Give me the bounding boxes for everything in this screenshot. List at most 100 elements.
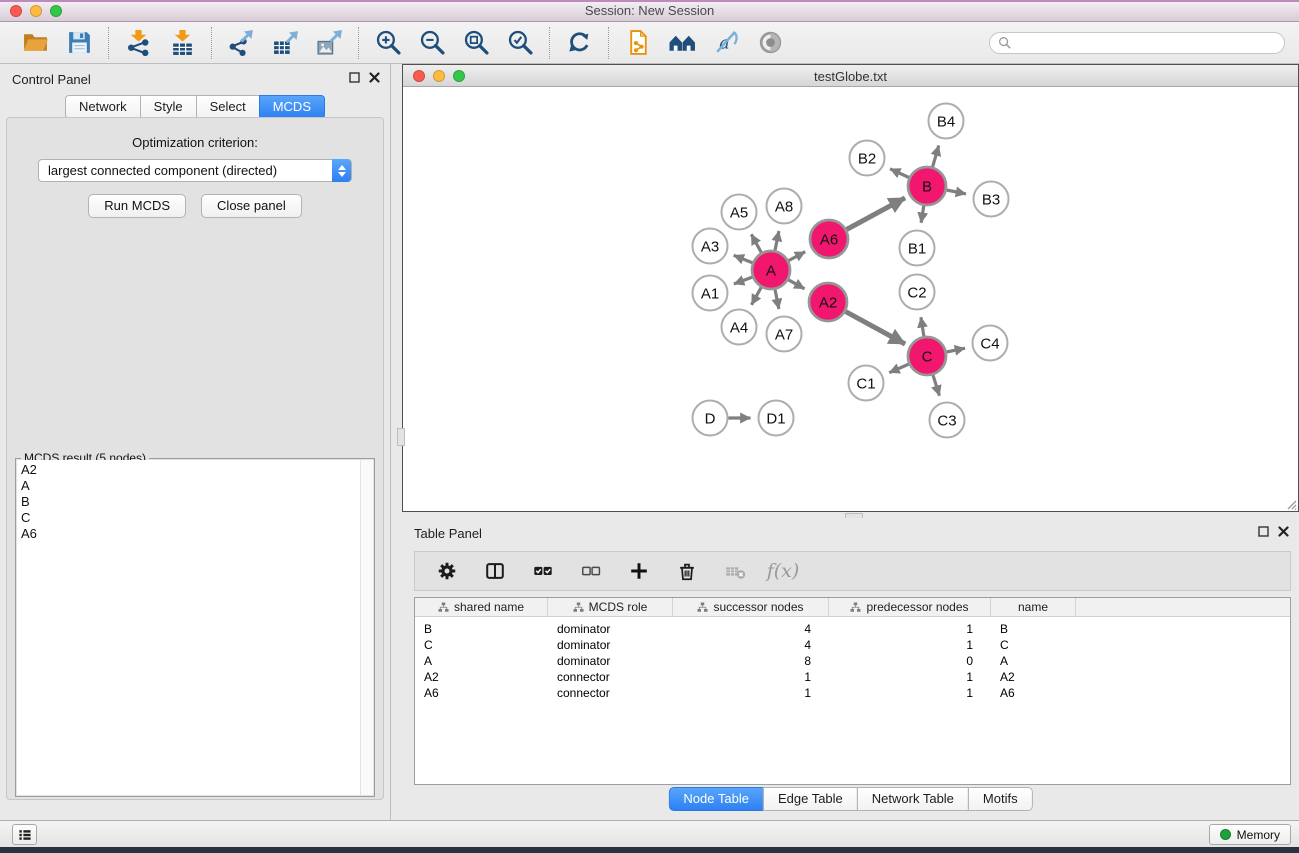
tab-mcds[interactable]: MCDS [259,95,325,119]
table-cell[interactable]: A6 [991,686,1076,700]
table-cell[interactable]: A [415,654,548,668]
table-cell[interactable]: C [991,638,1076,652]
close-panel-icon[interactable] [369,72,380,83]
open-session-button[interactable] [19,27,51,59]
table-cell[interactable]: 1 [829,622,991,636]
column-header-name[interactable]: name [991,598,1076,616]
table-cell[interactable]: B [415,622,548,636]
table-cell[interactable]: 1 [829,638,991,652]
graph-node-C4[interactable]: C4 [973,326,1008,361]
export-image-button[interactable] [313,27,345,59]
table-cell[interactable]: connector [548,686,673,700]
show-panels-button[interactable] [12,824,37,845]
deselect-all-button[interactable] [579,559,603,583]
graph-node-C3[interactable]: C3 [930,403,965,438]
node-table[interactable]: shared nameMCDS rolesuccessor nodesprede… [414,597,1291,785]
toggle-labels-button[interactable]: a [710,27,742,59]
network-graph-canvas[interactable]: B4B2BB3A5A8A6B1A3AA1C2A2A4A7C4CC1C3DD1 [403,88,1298,512]
graph-edge-C-C2[interactable] [921,317,924,336]
column-header-shared-name[interactable]: shared name [415,598,548,616]
zoom-in-button[interactable] [372,27,404,59]
graph-node-A8[interactable]: A8 [767,189,802,224]
scrollbar[interactable] [360,460,373,795]
close-panel-button[interactable]: Close panel [201,194,302,218]
column-header-successor-nodes[interactable]: successor nodes [673,598,829,616]
table-cell[interactable]: 1 [673,670,829,684]
graph-edge-A-A4[interactable] [752,287,762,304]
export-table-button[interactable] [269,27,301,59]
table-cell[interactable]: 1 [829,670,991,684]
graph-node-A1[interactable]: A1 [693,276,728,311]
resize-grip[interactable] [1284,497,1297,510]
add-column-button[interactable] [627,559,651,583]
graph-node-C[interactable]: C [908,337,946,375]
dropdown-stepper-icon[interactable] [332,159,351,182]
column-visibility-button[interactable] [483,559,507,583]
mcds-result-list[interactable]: A2ABCA6 [17,460,373,795]
open-home-button[interactable] [666,27,698,59]
table-cell[interactable]: dominator [548,638,673,652]
graph-node-B1[interactable]: B1 [900,231,935,266]
import-network-button[interactable] [122,27,154,59]
table-cell[interactable]: connector [548,670,673,684]
table-cell[interactable]: A2 [415,670,548,684]
graph-node-C1[interactable]: C1 [849,366,884,401]
graph-node-D1[interactable]: D1 [759,401,794,436]
table-settings-button[interactable] [435,559,459,583]
zoom-out-button[interactable] [416,27,448,59]
export-network-button[interactable] [225,27,257,59]
search-input[interactable] [1016,36,1276,50]
network-window-titlebar[interactable]: testGlobe.txt [403,65,1298,87]
zoom-selected-button[interactable] [504,27,536,59]
memory-button[interactable]: Memory [1209,824,1291,845]
graph-node-A2[interactable]: A2 [809,283,847,321]
optimization-criterion-dropdown[interactable]: largest connected component (directed) [38,159,352,182]
show-hidden-button[interactable] [754,27,786,59]
table-cell[interactable]: 1 [673,686,829,700]
mcds-result-item[interactable]: A [17,478,373,494]
graph-edge-A-A1[interactable] [734,277,752,284]
graph-edge-B-B3[interactable] [947,190,966,194]
graph-node-A4[interactable]: A4 [722,310,757,345]
graph-edge-C-C3[interactable] [933,375,939,396]
splitter-handle[interactable] [397,428,405,446]
new-network-from-selection-button[interactable] [622,27,654,59]
table-cell[interactable]: 0 [829,654,991,668]
graph-edge-A-A2[interactable] [788,280,804,289]
table-row[interactable]: A6connector11A6 [415,685,1290,701]
table-cell[interactable]: B [991,622,1076,636]
table-cell[interactable]: A2 [991,670,1076,684]
mcds-result-item[interactable]: A6 [17,526,373,542]
table-cell[interactable]: 4 [673,622,829,636]
graph-node-A[interactable]: A [752,251,790,289]
search-box[interactable] [989,32,1285,54]
mcds-result-item[interactable]: C [17,510,373,526]
float-panel-icon[interactable] [1258,526,1269,537]
graph-edge-A-A3[interactable] [734,255,753,262]
tab-network[interactable]: Network [65,95,141,119]
graph-edge-A-A8[interactable] [775,231,779,250]
tab-network-table[interactable]: Network Table [857,787,969,811]
graph-edge-B-B1[interactable] [921,206,924,223]
graph-node-A7[interactable]: A7 [767,317,802,352]
close-panel-icon[interactable] [1278,526,1289,537]
tab-style[interactable]: Style [140,95,197,119]
table-cell[interactable]: A6 [415,686,548,700]
graph-node-B[interactable]: B [908,167,946,205]
column-header-MCDS-role[interactable]: MCDS role [548,598,673,616]
graph-edge-B-B4[interactable] [933,146,939,167]
table-row[interactable]: Adominator80A [415,653,1290,669]
graph-node-A6[interactable]: A6 [810,220,848,258]
graph-node-C2[interactable]: C2 [900,275,935,310]
table-row[interactable]: Bdominator41B [415,621,1290,637]
table-row[interactable]: A2connector11A2 [415,669,1290,685]
tab-edge-table[interactable]: Edge Table [763,787,858,811]
graph-node-B3[interactable]: B3 [974,182,1009,217]
graph-node-B2[interactable]: B2 [850,141,885,176]
mcds-result-item[interactable]: A2 [17,462,373,478]
zoom-fit-button[interactable] [460,27,492,59]
run-mcds-button[interactable]: Run MCDS [88,194,186,218]
refresh-view-button[interactable] [563,27,595,59]
graph-edge-A-A6[interactable] [789,252,806,261]
tab-motifs[interactable]: Motifs [968,787,1033,811]
